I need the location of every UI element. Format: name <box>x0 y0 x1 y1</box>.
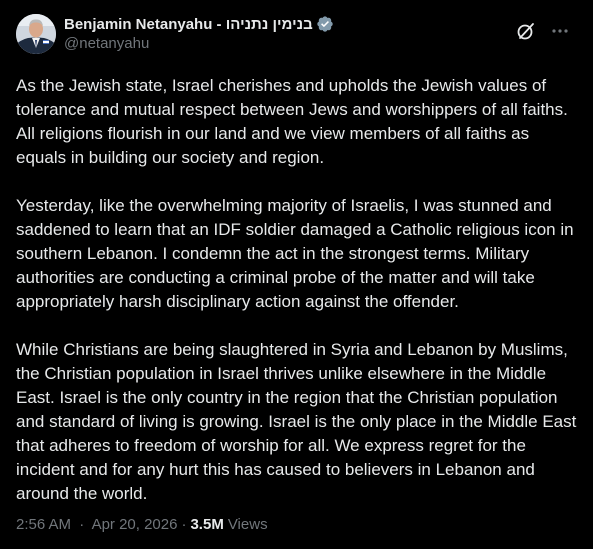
avatar[interactable] <box>16 14 56 54</box>
avatar-image <box>16 14 56 54</box>
post-time: 2:56 AM <box>16 516 72 533</box>
meta-separator: · <box>79 516 85 533</box>
author-name-row: Benjamin Netanyahu - בנימין נתניהו <box>64 14 334 34</box>
views-label: Views <box>227 516 268 533</box>
author-identity: Benjamin Netanyahu - בנימין נתניהו @neta… <box>64 14 334 55</box>
verified-badge-icon[interactable] <box>316 15 334 33</box>
post-paragraph: While Christians are being slaughtered i… <box>16 340 577 503</box>
views-count[interactable]: 3.5M <box>190 516 223 533</box>
post-timestamp[interactable]: 2:56 AM · Apr 20, 2026 <box>16 516 177 533</box>
author-handle[interactable]: @netanyahu <box>64 35 334 55</box>
post-date: Apr 20, 2026 <box>91 516 178 533</box>
grok-slash-icon[interactable] <box>509 14 543 48</box>
post-body: As the Jewish state, Israel cherishes an… <box>16 74 579 506</box>
header-actions <box>509 14 577 48</box>
post: Benjamin Netanyahu - בנימין נתניהו @neta… <box>0 0 593 549</box>
post-paragraph: As the Jewish state, Israel cherishes an… <box>16 76 568 167</box>
author-display-name[interactable]: Benjamin Netanyahu - בנימין נתניהו <box>64 16 313 33</box>
more-options-icon[interactable] <box>543 14 577 48</box>
meta-separator: · <box>181 516 187 533</box>
post-meta: 2:56 AM · Apr 20, 2026 · 3.5M Views <box>16 516 268 533</box>
post-paragraph: Yesterday, like the overwhelming majorit… <box>16 196 574 311</box>
post-header: Benjamin Netanyahu - בנימין נתניהו @neta… <box>16 12 577 60</box>
